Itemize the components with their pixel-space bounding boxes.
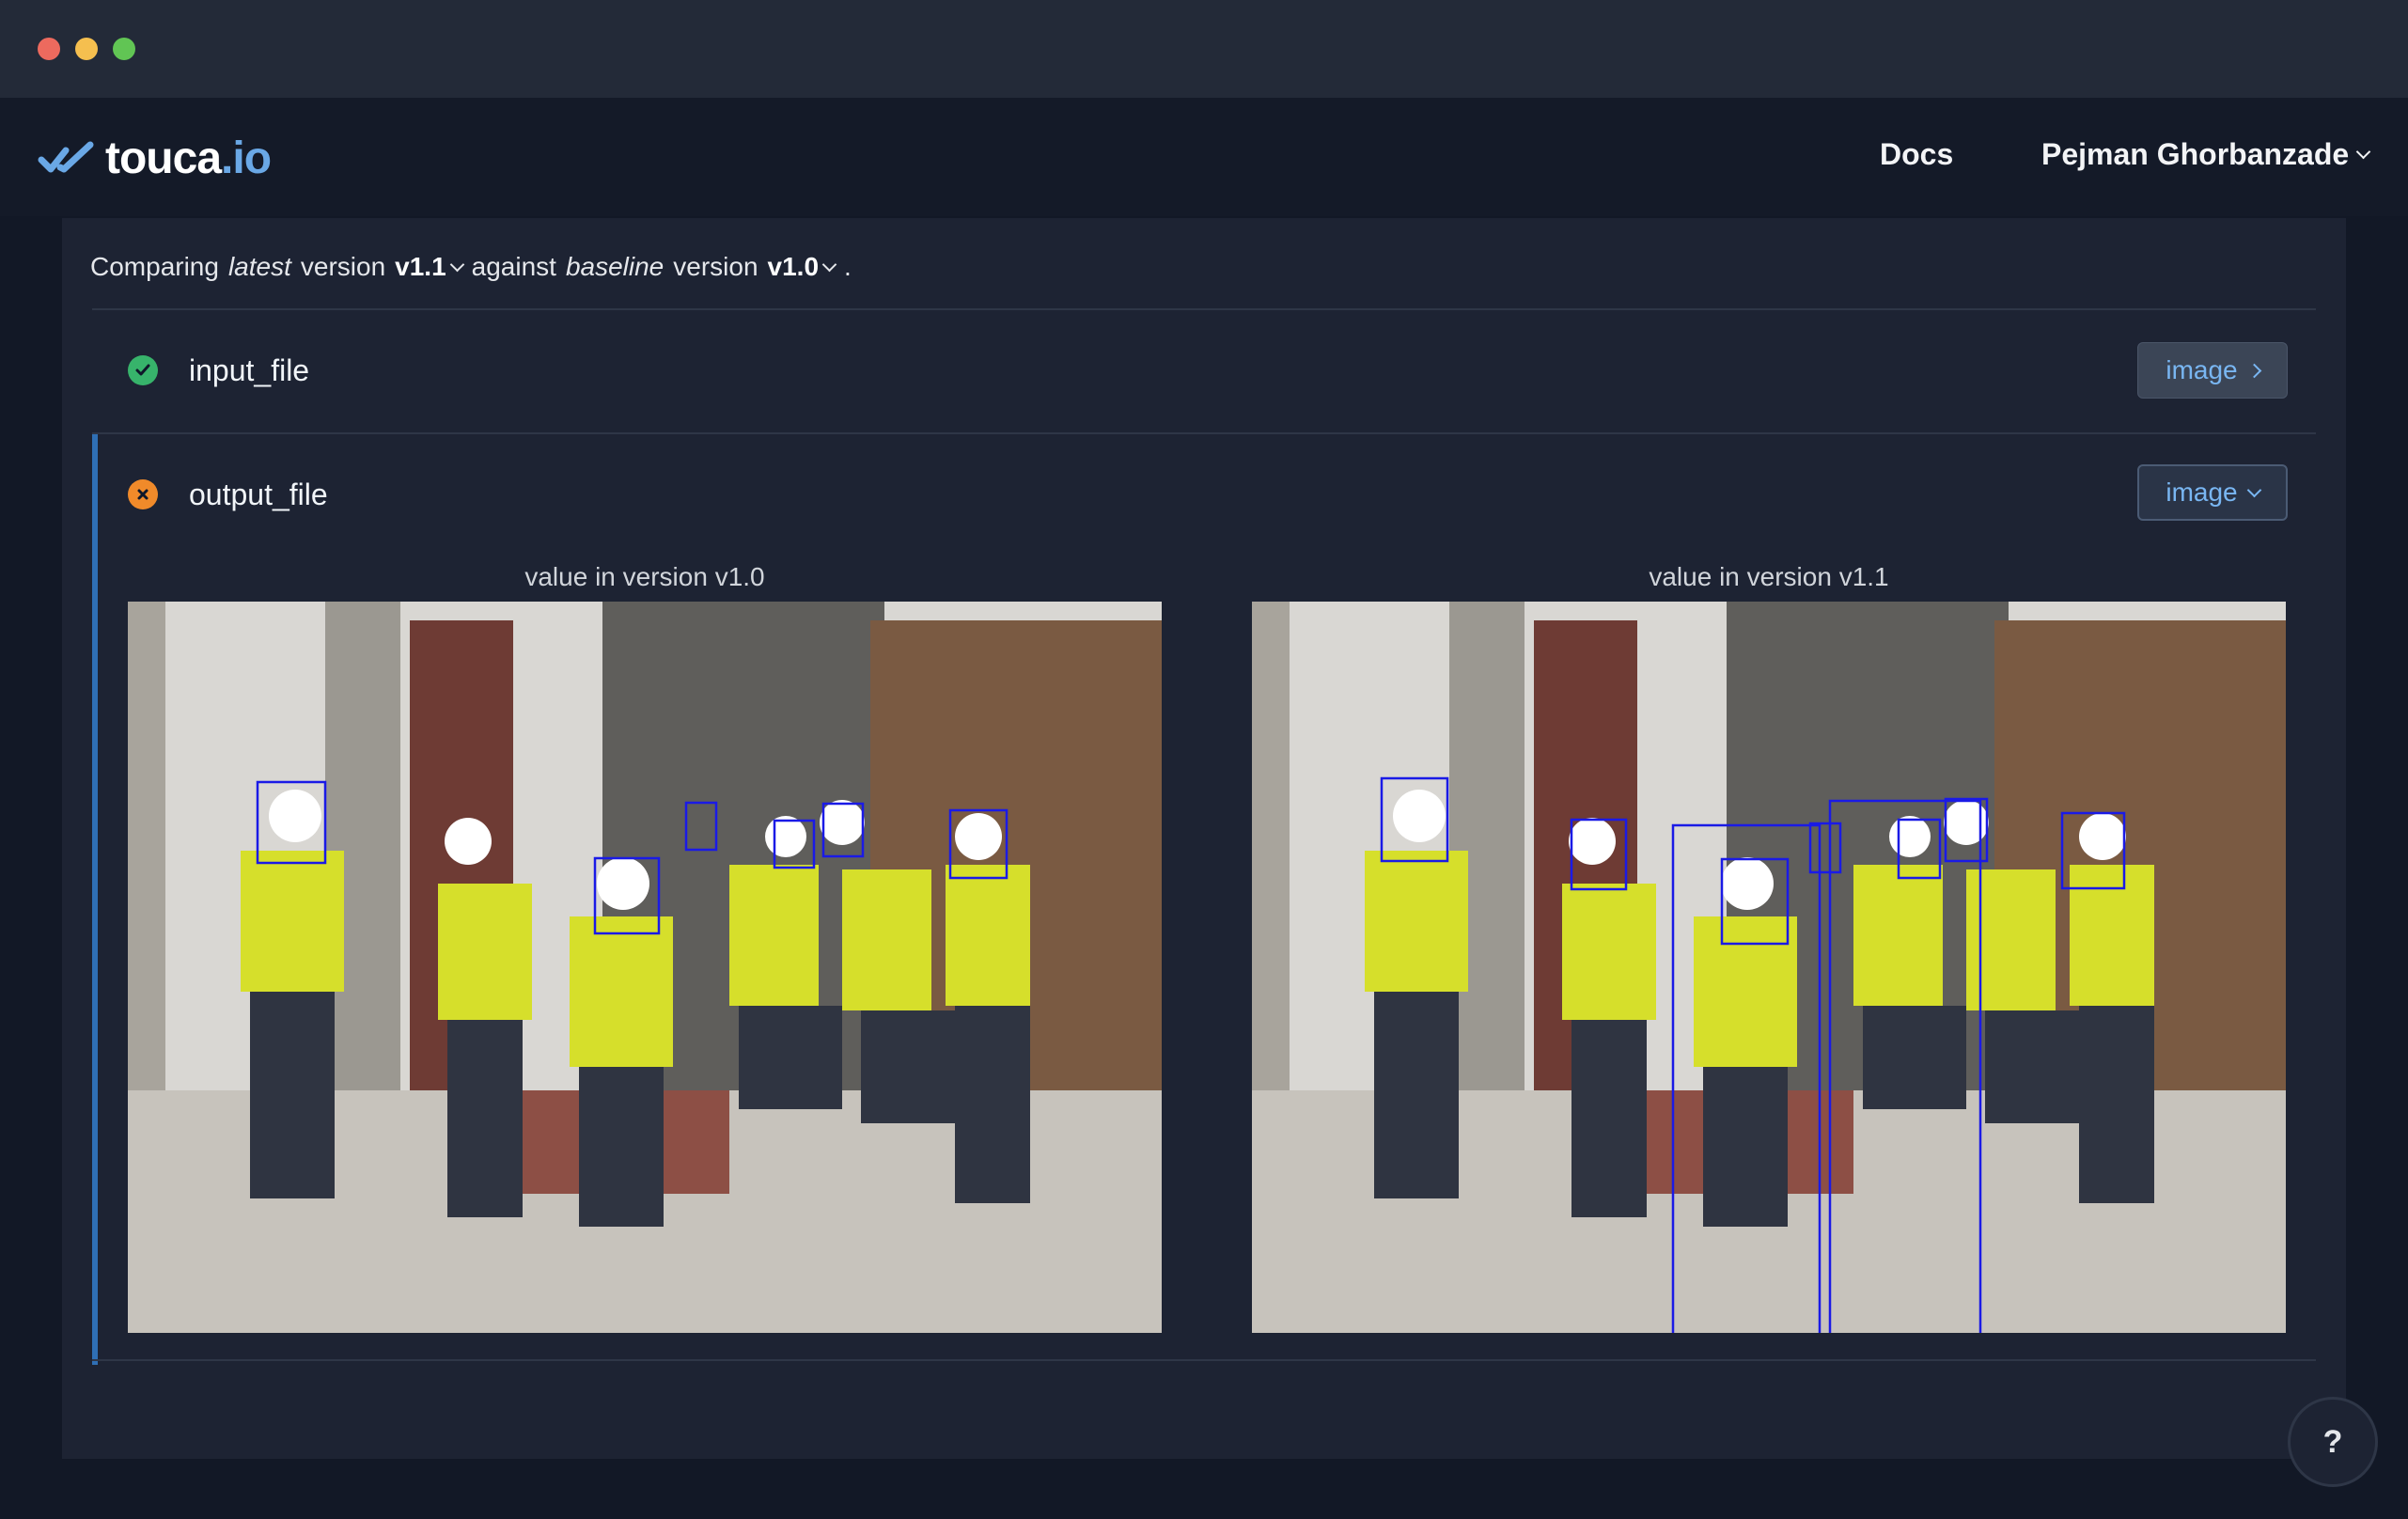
docs-link[interactable]: Docs xyxy=(1880,137,1953,172)
latest-word: latest xyxy=(227,252,291,281)
brand-logo[interactable]: touca.io xyxy=(38,128,272,188)
chevron-down-icon xyxy=(2246,482,2261,497)
app-window: touca.io Docs Pejman Ghorbanzade Compari… xyxy=(0,0,2408,1519)
result-name: input_file xyxy=(189,353,310,387)
type-toggle-button[interactable]: image xyxy=(2137,342,2288,399)
caption-baseline: value in version v1.0 xyxy=(524,562,765,591)
comparison-prefix: Comparing xyxy=(90,252,219,281)
type-toggle-button[interactable]: image xyxy=(2137,464,2288,521)
baseline-output-image xyxy=(128,602,1162,1333)
latest-version-value: v1.1 xyxy=(395,252,446,281)
window-titlebar xyxy=(0,0,2408,98)
minimize-window-button[interactable] xyxy=(75,38,98,60)
result-row[interactable]: input_file image xyxy=(92,310,2316,432)
user-name: Pejman Ghorbanzade xyxy=(2041,137,2350,171)
brand-name: touca.io xyxy=(105,133,272,184)
chevron-down-icon xyxy=(449,257,464,272)
baseline-version-select[interactable]: v1.0 xyxy=(767,252,837,282)
divider xyxy=(92,1359,2316,1361)
chevron-right-icon xyxy=(2246,363,2261,378)
baseline-version-value: v1.0 xyxy=(767,252,820,281)
maximize-window-button[interactable] xyxy=(113,38,135,60)
help-button[interactable]: ? xyxy=(2288,1397,2378,1487)
version-word: version xyxy=(300,252,386,281)
caption-latest: value in version v1.1 xyxy=(1649,562,1889,591)
brand-name-suffix: .io xyxy=(221,133,272,183)
comparison-summary: Comparing latest version v1.1 against ba… xyxy=(90,252,852,282)
comparison-panel: Comparing latest version v1.1 against ba… xyxy=(62,218,2346,1459)
result-row-expanded[interactable]: output_file image value in version v1.0 … xyxy=(92,434,2322,1365)
latest-version-select[interactable]: v1.1 xyxy=(395,252,464,282)
version-word-2: version xyxy=(673,252,758,281)
against-word: against xyxy=(471,252,556,281)
baseline-word: baseline xyxy=(565,252,665,281)
chevron-down-icon xyxy=(2355,144,2371,160)
user-menu[interactable]: Pejman Ghorbanzade xyxy=(2041,137,2371,172)
comparison-end: . xyxy=(844,252,852,281)
result-name: output_file xyxy=(189,478,328,511)
close-window-button[interactable] xyxy=(38,38,60,60)
chevron-down-icon xyxy=(821,257,837,272)
type-label: image xyxy=(2166,478,2238,507)
type-label: image xyxy=(2166,355,2238,384)
double-check-icon xyxy=(38,141,94,173)
x-circle-icon xyxy=(128,479,158,509)
latest-output-image xyxy=(1252,602,2286,1333)
brand-name-main: touca xyxy=(105,133,222,183)
check-circle-icon xyxy=(128,355,158,385)
